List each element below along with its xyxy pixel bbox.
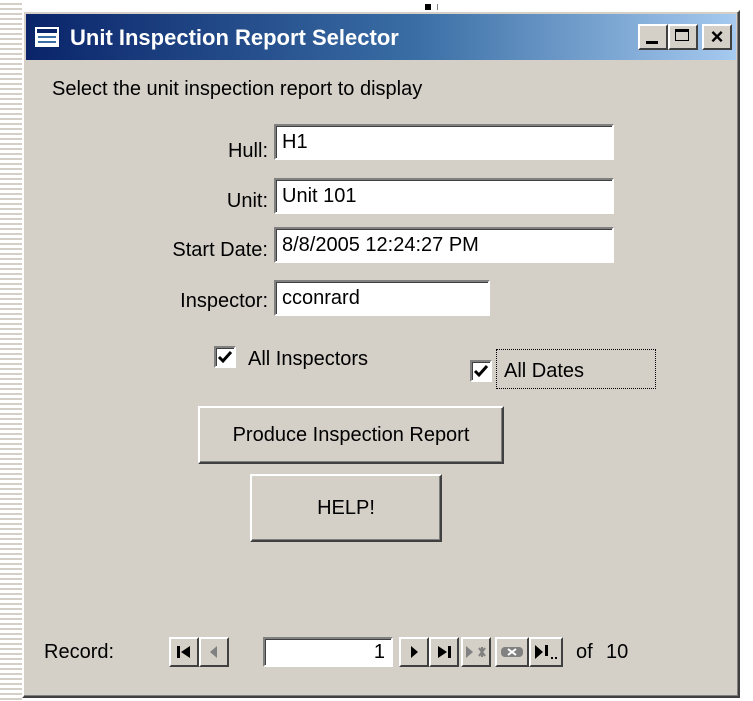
delete-record-icon	[501, 647, 523, 657]
help-button[interactable]: HELP!	[250, 474, 442, 542]
record-number-field[interactable]: 1	[263, 637, 393, 667]
new-record-button[interactable]	[461, 637, 491, 667]
minimize-icon	[646, 41, 658, 44]
inspector-label: Inspector:	[180, 290, 268, 312]
all-dates-checkbox[interactable]	[470, 360, 492, 382]
report-selector-window: Unit Inspection Report Selector × Select…	[22, 10, 740, 698]
first-record-icon	[177, 646, 190, 658]
minimize-button[interactable]	[638, 24, 668, 50]
last-record-button[interactable]	[429, 637, 459, 667]
window-title: Unit Inspection Report Selector	[70, 25, 399, 50]
last-record-extended-icon	[535, 645, 557, 659]
of-label: of	[576, 641, 593, 663]
check-icon	[217, 351, 233, 364]
next-record-icon	[411, 646, 418, 658]
hull-field[interactable]: H1	[274, 124, 614, 160]
last-record-icon	[438, 646, 451, 658]
instruction-text: Select the unit inspection report to dis…	[52, 78, 423, 100]
next-record-button[interactable]	[399, 637, 429, 667]
maximize-icon	[675, 29, 689, 41]
inspector-field[interactable]: cconrard	[274, 280, 490, 316]
form-icon[interactable]	[34, 26, 60, 48]
start-date-field[interactable]: 8/8/2005 12:24:27 PM	[274, 227, 614, 263]
close-icon: ×	[710, 24, 724, 49]
start-date-label: Start Date:	[172, 239, 268, 261]
all-dates-label[interactable]: All Dates	[504, 360, 584, 383]
delete-record-button[interactable]	[495, 637, 529, 667]
new-record-icon	[466, 646, 486, 658]
maximize-button[interactable]	[668, 24, 698, 50]
unit-field[interactable]: Unit 101	[274, 178, 614, 214]
hull-label: Hull:	[227, 140, 268, 162]
produce-report-button[interactable]: Produce Inspection Report	[198, 406, 504, 464]
first-record-button[interactable]	[169, 637, 199, 667]
previous-record-button[interactable]	[199, 637, 229, 667]
all-inspectors-checkbox[interactable]	[214, 346, 236, 368]
title-bar[interactable]: Unit Inspection Report Selector ×	[26, 14, 736, 60]
record-label: Record:	[44, 641, 115, 663]
close-button[interactable]: ×	[702, 24, 732, 50]
unit-label: Unit:	[226, 190, 268, 212]
previous-record-icon	[210, 646, 217, 658]
background-app-edge	[0, 0, 22, 701]
total-records: 10	[606, 641, 629, 663]
all-inspectors-label[interactable]: All Inspectors	[248, 348, 368, 371]
check-icon	[473, 365, 489, 378]
last-record-extended-button[interactable]	[529, 637, 563, 667]
